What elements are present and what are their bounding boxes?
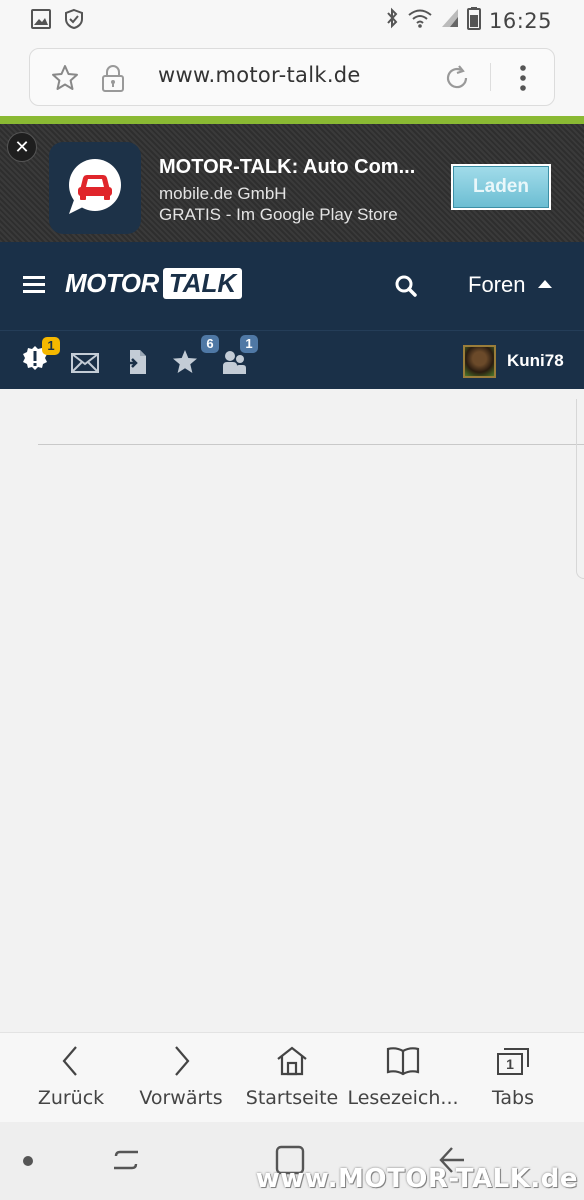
bookmarks-button[interactable]: Lesezeich...: [347, 1033, 459, 1123]
forums-menu-button[interactable]: Foren: [468, 272, 525, 298]
banner-store-text: GRATIS - Im Google Play Store: [159, 205, 398, 224]
clock: 16:25: [488, 8, 552, 33]
bluetooth-icon: [385, 7, 399, 34]
forward-button[interactable]: Vorwärts: [126, 1033, 236, 1123]
username[interactable]: Kuni78: [507, 351, 564, 371]
tabs-button[interactable]: 1 Tabs: [458, 1033, 568, 1123]
friends-button[interactable]: 1: [222, 335, 258, 380]
logo-talk-text: TALK: [162, 268, 243, 299]
user-toolbar: 1 6 1 Kuni78: [0, 330, 584, 389]
system-nav-bar: www.MOTOR-TALK.de: [0, 1122, 584, 1200]
messages-button[interactable]: [71, 353, 99, 378]
back-label: Zurück: [37, 1087, 105, 1109]
status-bar: 16:25: [0, 0, 584, 40]
nav-dot-icon[interactable]: [23, 1156, 33, 1166]
url-text[interactable]: www.motor-talk.de: [158, 63, 361, 87]
home-icon: [277, 1046, 307, 1076]
friends-badge: 1: [240, 335, 258, 353]
favorites-badge: 6: [201, 335, 219, 353]
recent-apps-icon[interactable]: [112, 1144, 140, 1181]
app-install-banner: ✕ MOTOR-TALK: Auto Com... mobile.de GmbH…: [0, 124, 584, 242]
page-content: [0, 389, 584, 1032]
hamburger-menu-icon[interactable]: [23, 276, 45, 299]
site-logo[interactable]: MOTOR TALK: [65, 268, 243, 299]
banner-publisher: mobile.de GmbH: [159, 184, 287, 203]
address-bar[interactable]: www.motor-talk.de: [29, 48, 555, 106]
wifi-icon: [407, 7, 433, 34]
divider: [38, 444, 584, 445]
logo-motor-text: MOTOR: [65, 268, 159, 298]
notifications-badge: 1: [42, 337, 60, 355]
browser-toolbar: www.motor-talk.de: [0, 40, 584, 116]
forward-label: Vorwärts: [139, 1087, 223, 1109]
browser-bottom-bar: Zurück Vorwärts Startseite Lesezeich... …: [0, 1032, 584, 1122]
lock-icon: [100, 63, 126, 98]
subscriptions-button[interactable]: [124, 349, 148, 380]
bookmark-star-icon[interactable]: [50, 63, 80, 98]
envelope-icon: [71, 353, 99, 373]
tabs-count: 1: [506, 1056, 514, 1072]
shield-check-icon: [64, 8, 84, 35]
notifications-button[interactable]: 1: [22, 337, 60, 378]
tabs-label: Tabs: [491, 1087, 535, 1109]
home-label: Startseite: [245, 1087, 339, 1109]
divider: [490, 63, 491, 91]
watermark: www.MOTOR-TALK.de: [255, 1164, 578, 1194]
back-button[interactable]: Zurück: [16, 1033, 126, 1123]
bookmarks-label: Lesezeich...: [347, 1087, 459, 1109]
search-icon[interactable]: [394, 274, 418, 303]
home-button[interactable]: Startseite: [237, 1033, 347, 1123]
loading-progress-line: [0, 116, 584, 124]
image-icon: [30, 8, 52, 35]
app-icon: [49, 142, 141, 234]
document-arrow-icon: [125, 350, 146, 374]
signal-icon: [441, 8, 459, 33]
banner-app-title: MOTOR-TALK: Auto Com...: [159, 156, 416, 178]
tabs-icon: 1: [496, 1045, 530, 1077]
avatar[interactable]: [463, 345, 496, 378]
book-icon: [386, 1047, 420, 1076]
install-button[interactable]: Laden: [451, 164, 551, 210]
reload-icon[interactable]: [442, 63, 472, 98]
favorites-button[interactable]: 6: [172, 335, 219, 380]
star-icon: [173, 350, 197, 373]
more-menu-icon[interactable]: [518, 63, 528, 98]
chevron-right-icon: [175, 1046, 190, 1076]
chevron-left-icon: [62, 1046, 77, 1076]
site-header: MOTOR TALK Foren: [0, 242, 584, 330]
scroll-handle[interactable]: [576, 399, 584, 579]
battery-icon: [466, 6, 481, 35]
close-banner-button[interactable]: ✕: [7, 132, 37, 162]
caret-up-icon[interactable]: [538, 280, 552, 288]
